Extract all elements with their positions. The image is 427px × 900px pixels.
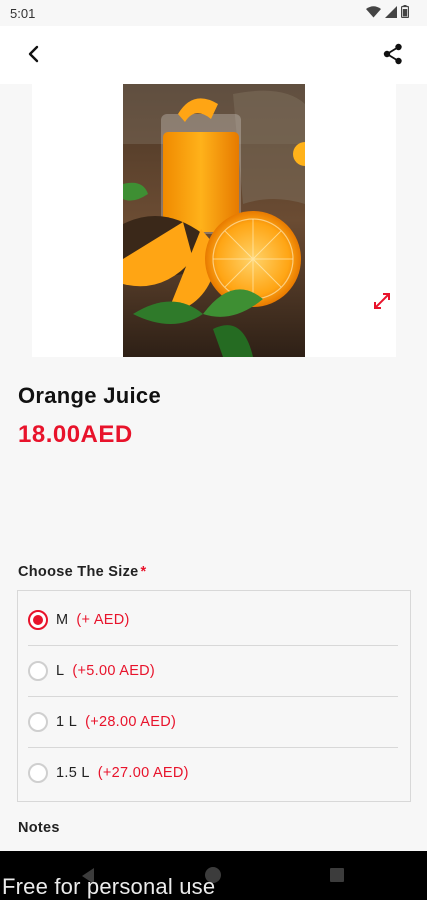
expand-image-button[interactable] xyxy=(370,291,394,315)
battery-icon xyxy=(400,5,410,23)
size-option-price: (+27.00 AED) xyxy=(97,765,189,781)
status-bar: 5:01 xyxy=(0,0,427,26)
share-button[interactable] xyxy=(379,42,407,70)
radio-button[interactable] xyxy=(28,763,48,783)
product-name: Orange Juice xyxy=(18,383,161,408)
size-option-price: (+5.00 AED) xyxy=(72,663,156,679)
notes-heading: Notes xyxy=(18,820,60,836)
wifi-icon xyxy=(366,5,381,23)
share-icon xyxy=(383,43,403,70)
required-mark: * xyxy=(140,564,147,580)
signal-icon xyxy=(385,5,397,23)
size-heading: Choose The Size * xyxy=(18,564,146,580)
nav-recents-icon[interactable] xyxy=(330,868,344,882)
size-heading-label: Choose The Size xyxy=(18,564,139,580)
chevron-left-icon xyxy=(27,45,41,68)
radio-button[interactable] xyxy=(28,661,48,681)
size-option-m[interactable]: M (+ AED) xyxy=(18,595,412,645)
product-image-card xyxy=(32,84,396,357)
watermark-text: Free for personal use xyxy=(2,874,216,899)
size-option-price: (+28.00 AED) xyxy=(85,714,177,730)
status-time: 5:01 xyxy=(10,6,36,21)
size-option-l[interactable]: L (+5.00 AED) xyxy=(18,646,412,696)
app-bar xyxy=(0,26,427,84)
radio-button[interactable] xyxy=(28,712,48,732)
product-price: 18.00AED xyxy=(18,421,133,448)
size-option-label: 1 L xyxy=(56,714,78,730)
status-icons xyxy=(366,5,410,23)
expand-icon xyxy=(372,291,392,316)
size-option-label: 1.5 L xyxy=(56,765,90,781)
size-option-price: (+ AED) xyxy=(76,612,130,628)
size-option-1-5l[interactable]: 1.5 L (+27.00 AED) xyxy=(18,748,412,798)
radio-button-checked[interactable] xyxy=(28,610,48,630)
product-image[interactable] xyxy=(123,84,305,357)
size-option-label: M xyxy=(56,612,69,628)
size-option-1l[interactable]: 1 L (+28.00 AED) xyxy=(18,697,412,747)
size-options-group: M (+ AED) L (+5.00 AED) 1 L (+28.00 AED)… xyxy=(17,590,411,802)
size-option-label: L xyxy=(56,663,65,679)
back-button[interactable] xyxy=(20,42,48,70)
